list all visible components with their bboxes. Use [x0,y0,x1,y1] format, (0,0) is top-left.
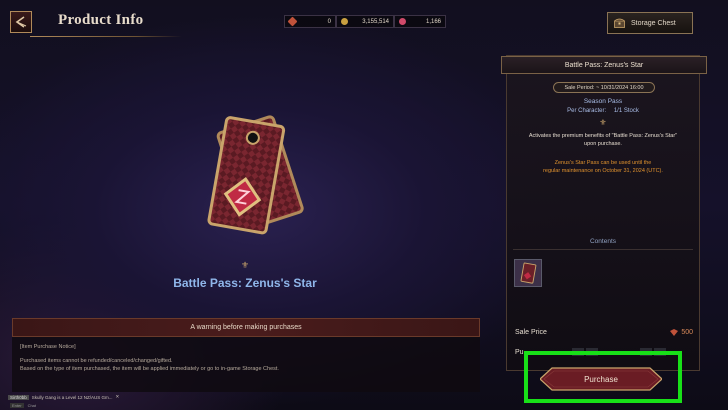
description-line: upon purchase. [584,141,622,147]
sale-price-amount: 500 [681,329,693,336]
per-character-value: 1/1 Stock [613,108,639,114]
gold-coin-icon [341,18,348,25]
notice-line: Zenus's Star Pass can be used until the [554,160,652,166]
fleur-ornament-icon: ⚜ [240,260,250,270]
top-bar: Product Info 0 3,155,514 1,166 Storage C… [0,0,728,44]
warning-body: [Item Purchase Notice] Purchased items c… [12,337,480,392]
pass-type: Season Pass [583,98,623,105]
chat-notification[interactable]: Sirth0bb Skully Gang is a Level 12 NZ/AU… [8,392,134,402]
contents-divider [513,249,693,250]
purchase-quantity-label: Pu [515,348,524,356]
pink-crystal-icon [399,18,406,25]
title-divider [30,36,182,37]
contents-label: Contents [589,238,617,245]
warning-notice-title: [Item Purchase Notice] [20,344,76,350]
description-line: Activates the premium benefits of "Battl… [528,133,678,139]
warning-line: Purchased items cannot be refunded/cance… [20,358,173,364]
fleur-ornament-icon: ⚜ [599,118,607,127]
item-title-block: ⚜ Battle Pass: Zenus's Star [120,260,370,290]
page-title: Product Info [58,12,144,28]
storage-chest-label: Storage Chest [631,19,676,27]
sale-period-badge: Sale Period: ~ 10/31/2024 16:00 [553,82,655,93]
currency-bar: 0 3,155,514 1,166 [284,15,446,28]
sale-price-row: Sale Price 500 [515,329,693,336]
panel-title: Battle Pass: Zenus's Star [501,56,707,74]
currency-red-gem: 0 [284,15,336,28]
usage-notice: Zenus's Star Pass can be used until the … [515,159,691,175]
chat-key-label: Chat [27,403,37,408]
currency-value: 0 [327,18,331,25]
back-arrow-icon [15,16,27,28]
warning-line: Based on the type of item purchased, the… [20,366,279,372]
item-description: Activates the premium benefits of "Battl… [515,132,691,148]
chat-keys: Enter Chat [10,403,36,408]
chat-sender: Sirth0bb [8,394,29,400]
purchase-details-panel: Battle Pass: Zenus's Star Sale Period: ~… [501,55,707,371]
panel-title-text: Battle Pass: Zenus's Star [564,61,644,69]
sale-price-label: Sale Price [515,329,547,336]
currency-pink-crystal: 1,166 [394,15,446,28]
currency-value: 3,155,514 [362,18,389,25]
red-gem-icon [287,16,298,27]
chest-icon [614,18,625,28]
warning-header: A warning before making purchases [12,318,480,337]
storage-chest-button[interactable]: Storage Chest [607,12,693,34]
back-button[interactable] [10,11,32,33]
currency-value: 1,166 [425,18,441,25]
enter-key-hint: Enter [10,403,24,408]
highlight-box [524,351,682,403]
close-icon[interactable]: ✕ [116,394,120,400]
contents-item-icon[interactable] [514,259,542,287]
chat-message: Skully Gang is a Level 12 NZ/AUS Gm... [31,394,113,400]
item-name: Battle Pass: Zenus's Star [173,276,317,290]
sale-price-value: 500 [670,329,693,336]
per-character-label: Per Character: [567,108,607,114]
currency-gold: 3,155,514 [336,15,394,28]
notice-line: regular maintenance on October 31, 2024 … [543,168,663,174]
per-character-limit: Per Character: 1/1 Stock [507,108,699,114]
battle-pass-item-image [207,115,304,235]
red-gem-icon [670,329,679,336]
purchase-warning-box: A warning before making purchases [Item … [12,318,480,392]
